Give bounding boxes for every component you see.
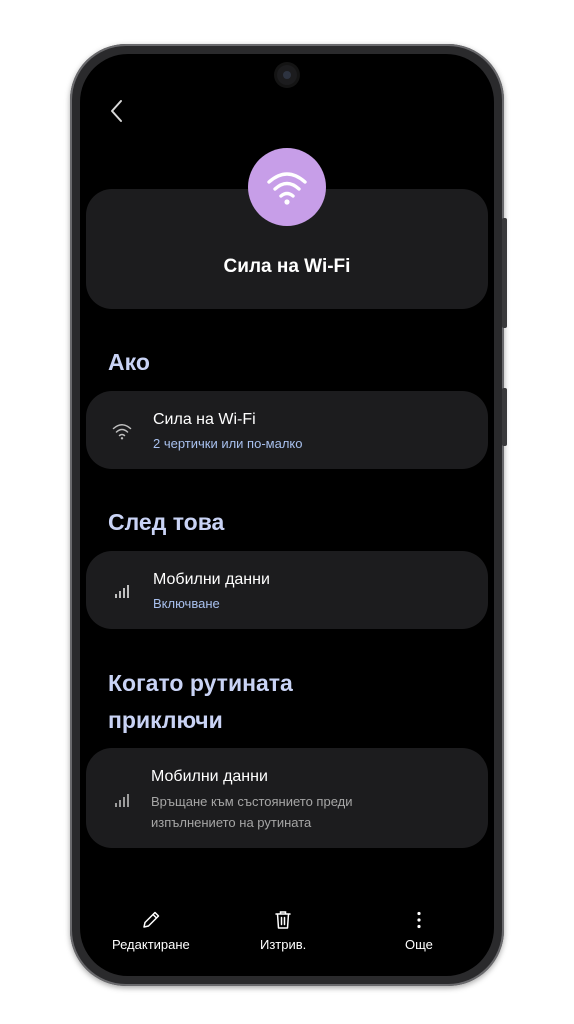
condition-title: Сила на Wi-Fi [153, 411, 256, 428]
end-action-card[interactable]: Мобилни данни Връщане към състоянието пр… [86, 748, 488, 848]
signal-bars-icon [115, 794, 129, 807]
action-subtitle: Включване [153, 596, 220, 611]
screen: Сила на Wi-Fi Ако Сила на Wi-Fi 2 чертич… [80, 54, 494, 976]
more-label: Още [405, 937, 433, 952]
delete-label: Изтрив. [260, 937, 307, 952]
condition-card[interactable]: Сила на Wi-Fi 2 чертички или по-малко [86, 391, 488, 469]
power-button [502, 388, 507, 446]
if-heading: Ако [108, 349, 150, 375]
end-action-title: Мобилни данни [151, 768, 268, 785]
end-action-subtitle-line1: Връщане към състоянието преди [151, 794, 353, 809]
condition-subtitle: 2 чертички или по-малко [153, 436, 303, 451]
delete-button[interactable]: Изтрив. [260, 909, 306, 952]
action-title: Мобилни данни [153, 571, 270, 588]
front-camera [277, 65, 297, 85]
pencil-icon [143, 911, 160, 928]
more-vertical-icon [417, 911, 421, 929]
end-heading-line1: Когато рутината [108, 670, 293, 696]
routine-icon [248, 148, 326, 226]
signal-bars-icon [115, 585, 129, 598]
back-button[interactable] [104, 98, 130, 124]
then-heading: След това [108, 509, 225, 535]
wifi-icon [112, 424, 132, 440]
end-action-subtitle-line2: изпълнението на рутината [151, 815, 312, 830]
end-heading: Когато рутината приключи [108, 665, 293, 739]
trash-icon [275, 911, 291, 929]
more-button[interactable]: Още [405, 909, 433, 952]
end-heading-line2: приключи [108, 707, 223, 733]
edit-label: Редактиране [112, 937, 190, 952]
bottom-toolbar: Редактиране Изтрив. Още [80, 909, 494, 959]
wifi-icon [267, 172, 307, 205]
action-card[interactable]: Мобилни данни Включване [86, 551, 488, 629]
routine-title: Сила на Wi-Fi [223, 256, 351, 277]
chevron-left-icon [111, 100, 122, 122]
volume-button [502, 218, 507, 328]
end-action-subtitle: Връщане към състоянието преди изпълнение… [151, 791, 471, 833]
edit-button[interactable]: Редактиране [112, 909, 190, 952]
